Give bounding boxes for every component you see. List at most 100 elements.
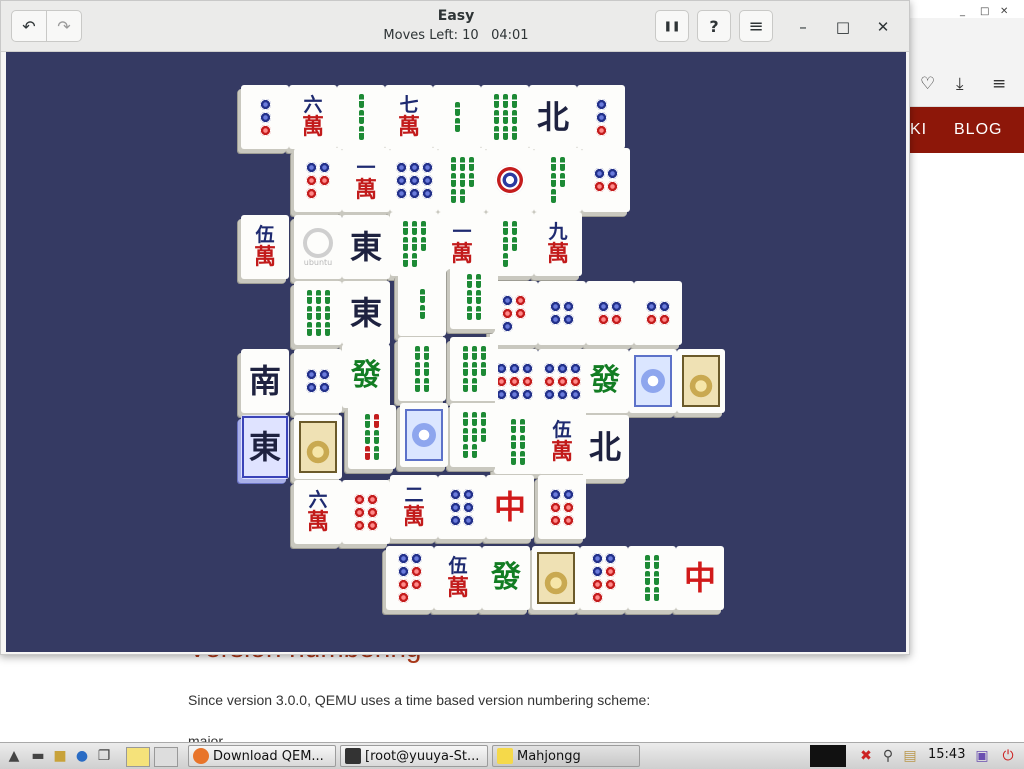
nav-item-partial[interactable]: KI xyxy=(910,121,927,139)
mahjong-tile[interactable]: 二萬 xyxy=(390,475,438,539)
mahjong-tile[interactable] xyxy=(294,281,342,345)
workspace-2[interactable] xyxy=(154,747,178,767)
tile-face: 東 xyxy=(342,281,390,345)
screen-icon[interactable]: ▣ xyxy=(972,747,992,765)
close-button[interactable]: ✕ xyxy=(869,13,897,41)
mahjong-tile[interactable]: 東 xyxy=(342,281,390,345)
site-nav: KI BLOG xyxy=(906,107,1024,153)
bamboo-stick-icon xyxy=(459,157,465,171)
undo-icon: ↶ xyxy=(22,16,36,36)
mahjong-tile[interactable] xyxy=(532,546,580,610)
mahjong-tile[interactable] xyxy=(481,85,529,149)
mahjong-tile[interactable] xyxy=(241,85,289,149)
task-terminal-label: [root@yuuya-St... xyxy=(365,748,480,764)
mahjong-tile[interactable]: 北 xyxy=(581,415,629,479)
mahjong-tile[interactable] xyxy=(538,475,586,539)
web-browser-icon[interactable]: ● xyxy=(72,747,92,765)
mahjong-tile[interactable] xyxy=(486,148,534,212)
mahjong-tile[interactable]: 六萬 xyxy=(294,480,342,544)
file-manager-icon[interactable]: ■ xyxy=(50,747,70,765)
menu-button[interactable]: ≡ xyxy=(739,10,773,42)
mahjong-tile[interactable]: 六萬 xyxy=(289,85,337,149)
mahjong-tile[interactable]: 伍萬 xyxy=(241,215,289,279)
task-mahjongg[interactable]: Mahjongg xyxy=(492,745,640,767)
green-dragon-symbol: 發 xyxy=(590,363,620,398)
mahjong-tile[interactable] xyxy=(398,272,446,336)
mahjong-tile[interactable] xyxy=(438,148,486,212)
search-icon[interactable]: ⚲ xyxy=(878,747,898,765)
power-icon[interactable]: ⏻ xyxy=(998,747,1018,765)
mahjong-tile[interactable] xyxy=(628,546,676,610)
mahjong-tile[interactable] xyxy=(433,85,481,149)
mahjong-tile[interactable] xyxy=(400,403,448,467)
show-desktop-icon[interactable]: ▬ xyxy=(28,747,48,765)
mahjong-tile[interactable] xyxy=(342,480,390,544)
maximize-button[interactable]: □ xyxy=(829,13,857,41)
menu-icon[interactable]: ≡ xyxy=(992,74,1006,94)
browser-close-button[interactable]: ✕ xyxy=(1000,6,1008,17)
mahjong-tile[interactable] xyxy=(450,403,498,467)
browser-maximize-button[interactable]: □ xyxy=(980,6,989,17)
mahjong-tile[interactable] xyxy=(337,85,385,149)
hint-button[interactable]: ? xyxy=(697,10,731,42)
minimize-button[interactable]: – xyxy=(789,13,817,41)
mahjong-tile[interactable]: ubuntu xyxy=(294,215,342,279)
mahjong-tile[interactable] xyxy=(582,148,630,212)
pause-button[interactable]: ❚❚ xyxy=(655,10,689,42)
mahjong-tile[interactable] xyxy=(534,148,582,212)
mahjong-tile[interactable] xyxy=(386,546,434,610)
dot-icon xyxy=(563,301,574,312)
bamboo-stick-icon xyxy=(493,126,499,140)
mahjong-tile[interactable]: 東 xyxy=(241,415,289,479)
workspace-1[interactable] xyxy=(126,747,150,767)
nav-item-blog[interactable]: BLOG xyxy=(954,121,1002,139)
minimize-icon: – xyxy=(799,18,807,36)
mahjong-tile[interactable]: 東 xyxy=(342,215,390,279)
mahjong-tile[interactable] xyxy=(294,349,342,413)
redo-button[interactable]: ↷ xyxy=(46,10,82,42)
mahjong-tile[interactable]: 中 xyxy=(676,546,724,610)
mahjong-tile[interactable] xyxy=(677,349,725,413)
bamboo-stick-icon xyxy=(402,253,408,267)
mahjong-tile[interactable]: 南 xyxy=(241,349,289,413)
mahjong-tile[interactable] xyxy=(538,281,586,345)
mahjong-tile[interactable]: 發 xyxy=(482,546,530,610)
mahjong-tile[interactable]: 發 xyxy=(342,344,390,408)
mahjong-tile[interactable] xyxy=(580,546,628,610)
mahjong-tile[interactable] xyxy=(438,475,486,539)
mahjong-tile[interactable] xyxy=(390,148,438,212)
mahjong-tile[interactable] xyxy=(494,410,542,474)
mahjong-tile[interactable]: 一萬 xyxy=(342,148,390,212)
mahjong-tile[interactable] xyxy=(577,85,625,149)
pocket-icon[interactable]: ♡ xyxy=(920,74,935,94)
network-icon[interactable]: ✖ xyxy=(856,747,876,765)
mahjong-tile[interactable]: 伍萬 xyxy=(538,410,586,474)
mahjong-tile[interactable] xyxy=(538,349,586,413)
mahjong-tile[interactable] xyxy=(390,212,438,276)
mahjong-tile[interactable] xyxy=(348,405,396,469)
window-list-icon[interactable]: ❐ xyxy=(94,747,114,765)
download-icon[interactable]: ⤓ xyxy=(956,74,964,94)
mahjong-tile[interactable] xyxy=(629,349,677,413)
mahjong-tile[interactable]: 中 xyxy=(486,475,534,539)
mahjong-tile[interactable]: 北 xyxy=(529,85,577,149)
task-terminal[interactable]: [root@yuuya-St... xyxy=(340,745,488,767)
clipboard-icon[interactable]: ▤ xyxy=(900,747,920,765)
mahjong-tile[interactable] xyxy=(450,337,498,401)
mahjong-tile[interactable]: 九萬 xyxy=(534,212,582,276)
task-browser[interactable]: Download QEM... xyxy=(188,745,336,767)
dot-icon xyxy=(411,553,422,564)
mahjong-tile[interactable]: 伍萬 xyxy=(434,546,482,610)
tile-face: 發 xyxy=(482,546,530,610)
mahjong-tile[interactable] xyxy=(398,337,446,401)
mahjong-tile[interactable]: 七萬 xyxy=(385,85,433,149)
undo-button[interactable]: ↶ xyxy=(11,10,47,42)
mahjong-tile[interactable] xyxy=(450,265,498,329)
mahjong-tile[interactable]: 發 xyxy=(581,349,629,413)
start-menu-icon[interactable]: ▲ xyxy=(4,747,24,765)
mahjong-tile[interactable] xyxy=(634,281,682,345)
mahjong-tile[interactable] xyxy=(294,148,342,212)
mahjong-tile[interactable] xyxy=(586,281,634,345)
mahjong-tile[interactable] xyxy=(294,415,342,479)
browser-minimize-button[interactable]: _ xyxy=(960,6,965,17)
